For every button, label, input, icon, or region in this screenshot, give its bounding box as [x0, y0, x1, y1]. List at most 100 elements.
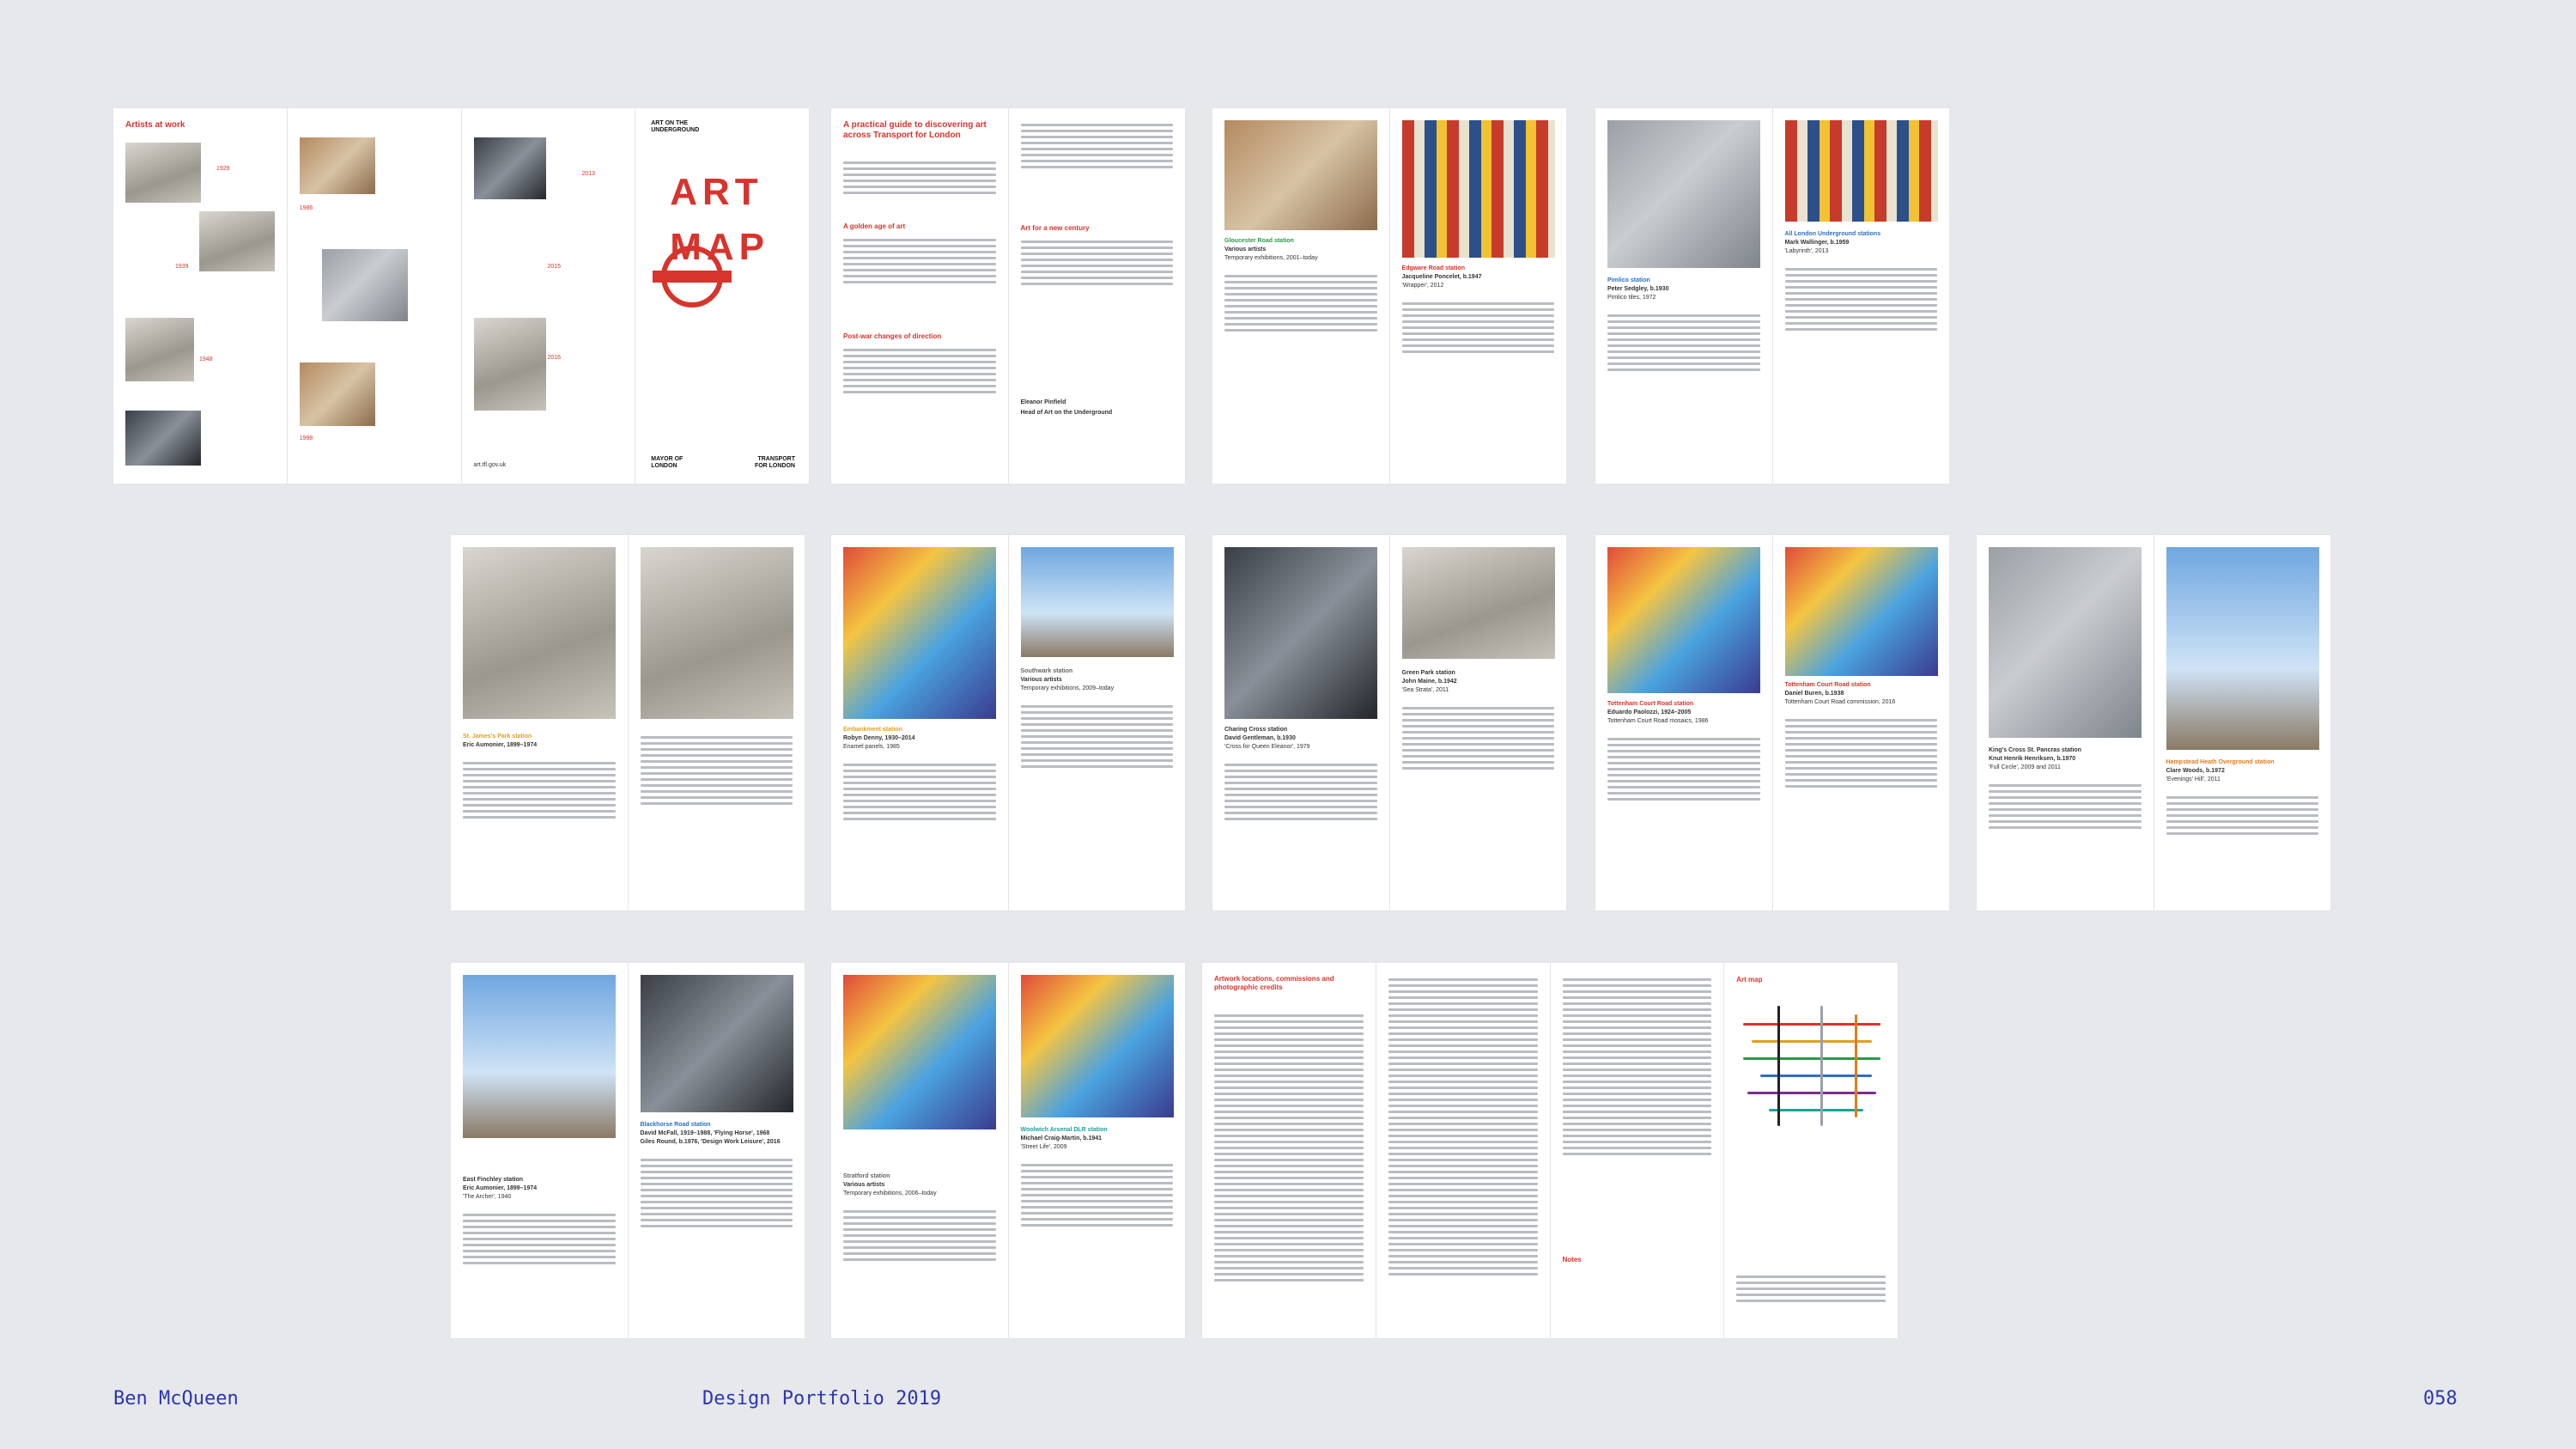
artist-name: Knut Henrik Henriksen, b.1970: [1989, 756, 2076, 762]
station-name: Pimlico station: [1607, 277, 1650, 283]
work-title: 'The Archer', 1940: [463, 1194, 512, 1200]
body-text: [1224, 760, 1377, 824]
station-photo: [1401, 120, 1555, 258]
spread-embankment: Embankment station Robyn Denny, 1930–201…: [831, 535, 1185, 910]
station-name: Charing Cross station: [1224, 727, 1288, 733]
body-text: [843, 345, 996, 397]
page-guide-left: A practical guide to discovering art acr…: [831, 108, 1009, 484]
body-text: [1020, 120, 1173, 172]
body-text: [1784, 265, 1937, 334]
map-line: [1820, 1006, 1824, 1126]
spread-locations-map: Artwork locations, commissions and photo…: [1202, 963, 1898, 1338]
cover-title-line1: ART: [670, 171, 763, 213]
work-title: Tottenham Court Road commission, 2016: [1784, 699, 1896, 705]
series-label: ART ON THE UNDERGROUND: [651, 120, 700, 133]
spread-guide: A practical guide to discovering art acr…: [831, 108, 1185, 484]
artist-name: David Gentleman, b.1930: [1224, 735, 1296, 741]
artists-heading: Artists at work: [125, 120, 185, 130]
artist-photo: [299, 137, 375, 194]
body-text: [463, 758, 616, 822]
station-name: Tottenham Court Road station: [1784, 682, 1871, 688]
year-label: 1929: [216, 166, 230, 172]
footer-title: Design Portfolio 2019: [702, 1388, 942, 1409]
work-title: 'Labyrinth', 2013: [1784, 248, 1829, 254]
artist-name: Eric Aumonier, 1899–1974: [463, 742, 538, 748]
page-charing: Charing Cross station David Gentleman, b…: [1212, 535, 1390, 910]
artist-name: Various artists: [843, 1182, 885, 1188]
artist-name: Peter Sedgley, b.1930: [1607, 286, 1669, 292]
station-name: Stratford station: [843, 1173, 890, 1179]
notes-heading: Notes: [1562, 1256, 1582, 1263]
station-photo: [1020, 975, 1174, 1117]
artist-photo: [473, 137, 546, 199]
tube-map: [1743, 1006, 1881, 1126]
body-text: [2166, 793, 2318, 838]
spread-pimlico: Pimlico station Peter Sedgley, b.1930 Pi…: [1595, 108, 1949, 484]
station-name: Hampstead Heath Overground station: [2166, 759, 2275, 765]
work-title: 'Evenings' Hill', 2011: [2166, 776, 2221, 782]
sculpture-photo: [463, 547, 616, 719]
body-text: [843, 760, 996, 824]
map-line: [1855, 1014, 1858, 1117]
mayor-logo: MAYOR OF LONDON: [651, 456, 683, 469]
artist-name: John Maine, b.1942: [1401, 679, 1457, 685]
station-name: Tottenham Court Road station: [1607, 701, 1694, 707]
station-name: Blackhorse Road station: [640, 1122, 711, 1128]
station-name: Gloucester Road station: [1224, 238, 1294, 244]
station-photo: [1784, 120, 1938, 222]
page-paolozzi: Tottenham Court Road station Eduardo Pao…: [1595, 535, 1773, 910]
signature-role: Head of Art on the Underground: [1020, 410, 1113, 416]
map-line: [1777, 1006, 1781, 1126]
page-cover: ART ON THE UNDERGROUND ART MAP MAYOR OF …: [635, 108, 809, 484]
station-photo: [640, 975, 793, 1112]
body-text: [1784, 715, 1937, 791]
credits-text: [1214, 1011, 1364, 1285]
station-photo: [1401, 547, 1555, 659]
year-label: 1998: [299, 435, 313, 441]
body-text: [1401, 703, 1554, 773]
work-dates: Temporary exhibitions, 2009–today: [1020, 685, 1115, 691]
spread-charing: Charing Cross station David Gentleman, b…: [1212, 535, 1566, 910]
artist-name: Mark Wallinger, b.1959: [1784, 240, 1850, 246]
body-text: [1989, 781, 2142, 832]
year-label: 2015: [547, 264, 562, 270]
work-title: Pimlico tiles, 1972: [1607, 295, 1656, 301]
map-line: [1752, 1040, 1873, 1043]
work-title: 'Wrapper', 2012: [1401, 283, 1444, 289]
station-name: Green Park station: [1401, 670, 1455, 676]
artist-name-2: Giles Round, b.1976, 'Design Work Leisur…: [640, 1139, 781, 1145]
artist-name: Jacqueline Poncelet, b.1947: [1401, 274, 1482, 280]
body-text: [1224, 271, 1377, 335]
footer-page-number: 058: [2423, 1388, 2458, 1409]
tfl-logo: TRANSPORT FOR LONDON: [754, 456, 795, 469]
page-kingscross: King's Cross St. Pancras station Knut He…: [1977, 535, 2154, 910]
archive-photo: [125, 143, 201, 203]
signature-name: Eleanor Pinfield: [1020, 399, 1066, 405]
building-photo: [640, 547, 793, 719]
station-photo: [1224, 120, 1377, 230]
body-text: [640, 1155, 793, 1231]
work-title: 'Street Life', 2009: [1020, 1144, 1067, 1150]
work-title: Tottenham Court Road mosaics, 1986: [1607, 718, 1709, 724]
page-locations: Artwork locations, commissions and photo…: [1202, 963, 1376, 1338]
page-stjames-2: [629, 535, 805, 910]
page-pimlico: Pimlico station Peter Sedgley, b.1930 Pi…: [1595, 108, 1773, 484]
work-dates: Temporary exhibitions, 2001–today: [1224, 255, 1318, 261]
station-photo: [1607, 120, 1760, 268]
station-photo: [1989, 547, 2142, 738]
station-photo: [1784, 547, 1938, 676]
page-greenpark: Green Park station John Maine, b.1942 'S…: [1390, 535, 1567, 910]
artist-name: Eduardo Paolozzi, 1924–2005: [1607, 709, 1692, 715]
artist-name: Various artists: [1224, 247, 1267, 253]
guide-subheading: Post-war changes of direction: [843, 332, 942, 340]
body-text: [843, 235, 996, 287]
spread-artists-cover: Artists at work 1929 1939 1948 1986 1998…: [113, 108, 809, 484]
artist-name: Michael Craig-Martin, b.1941: [1020, 1135, 1103, 1142]
station-name: King's Cross St. Pancras station: [1989, 747, 2081, 753]
page-embankment: Embankment station Robyn Denny, 1930–201…: [831, 535, 1009, 910]
credits-text: [1562, 975, 1712, 1159]
station-name: Woolwich Arsenal DLR station: [1020, 1127, 1108, 1133]
footer-author: Ben McQueen: [113, 1388, 239, 1409]
artist-photo: [321, 249, 408, 321]
station-name: Southwark station: [1020, 668, 1073, 674]
